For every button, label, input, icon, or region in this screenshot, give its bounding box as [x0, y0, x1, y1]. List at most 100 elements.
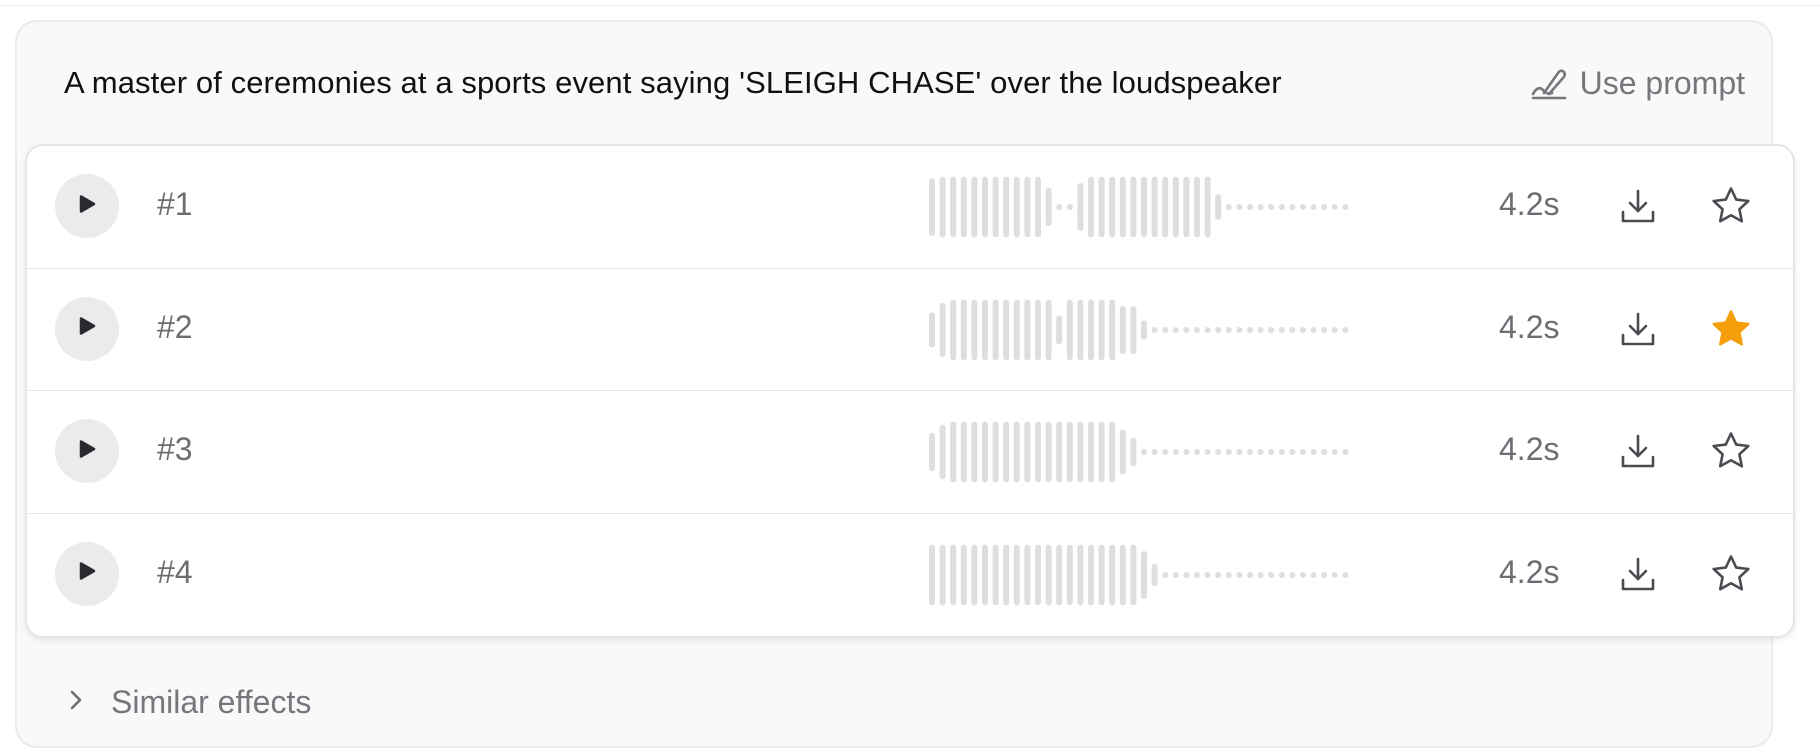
waveform-dot — [1236, 449, 1243, 455]
waveform-bar — [1024, 176, 1031, 238]
waveform-dot — [1321, 449, 1328, 455]
play-icon — [76, 560, 98, 587]
waveform — [927, 419, 1387, 490]
waveform-dot — [1310, 204, 1317, 210]
waveform-dot — [1151, 449, 1158, 455]
waveform-dot — [1183, 326, 1190, 333]
play-button[interactable] — [55, 174, 119, 238]
waveform-dot — [1247, 326, 1253, 333]
waveform-bar — [1204, 176, 1211, 238]
waveform-bar — [950, 544, 957, 605]
waveform-dot — [1331, 204, 1338, 210]
download-button[interactable] — [1618, 309, 1658, 349]
waveform-svg — [929, 421, 1349, 483]
waveform-dot — [1194, 326, 1200, 333]
waveform-dot — [1342, 571, 1349, 578]
pen-icon — [1530, 64, 1568, 102]
download-icon — [1618, 312, 1658, 353]
waveform-dot — [1162, 571, 1169, 578]
waveform-bar — [1088, 544, 1094, 605]
waveform-bar — [950, 421, 957, 483]
waveform-bar — [1183, 176, 1190, 238]
waveform-bar — [950, 299, 957, 360]
waveform-bar — [950, 176, 957, 238]
waveform-dot — [1172, 571, 1179, 578]
waveform-svg — [929, 176, 1349, 238]
favorite-button[interactable] — [1710, 308, 1752, 350]
play-button[interactable] — [55, 419, 119, 483]
play-button[interactable] — [55, 541, 119, 606]
waveform-dot — [1321, 204, 1328, 210]
waveform-bar — [1109, 421, 1116, 483]
waveform-bar — [1119, 429, 1126, 475]
download-icon — [1618, 189, 1658, 230]
star-filled-icon — [1710, 309, 1752, 354]
waveform-bar — [1035, 544, 1041, 605]
favorite-button[interactable] — [1710, 185, 1752, 227]
download-button[interactable] — [1618, 186, 1658, 226]
waveform-dot — [1056, 204, 1063, 210]
waveform-dot — [1278, 204, 1285, 210]
waveform-bar — [1162, 176, 1169, 238]
play-button[interactable] — [55, 296, 119, 361]
download-button[interactable] — [1618, 431, 1658, 471]
waveform-bar — [960, 421, 967, 483]
waveform-bar — [982, 421, 988, 483]
sample-row: #3 4.2s — [27, 391, 1793, 514]
waveform-bar — [1141, 319, 1147, 340]
waveform-dot — [1310, 326, 1317, 333]
waveform-bar — [992, 421, 999, 483]
sample-label: #3 — [157, 431, 193, 467]
waveform-bar — [1035, 299, 1041, 360]
waveform-bar — [992, 544, 999, 605]
favorite-button[interactable] — [1710, 430, 1752, 472]
similar-effects-toggle[interactable]: Similar effects — [67, 684, 311, 721]
sound-effect-card: A master of ceremonies at a sports event… — [15, 20, 1795, 748]
chevron-right-icon — [67, 687, 85, 718]
sample-label: #1 — [157, 186, 193, 222]
waveform-bar — [971, 544, 978, 605]
waveform-dot — [1257, 326, 1264, 333]
waveform-bar — [960, 299, 967, 360]
waveform-bar — [1109, 299, 1116, 360]
waveform-dot — [1204, 326, 1211, 333]
waveform-bar — [1056, 315, 1063, 344]
waveform-dot — [1257, 449, 1264, 455]
play-icon — [76, 315, 98, 342]
download-button[interactable] — [1618, 554, 1658, 594]
waveform-dot — [1225, 326, 1232, 333]
waveform-bar — [1056, 544, 1063, 605]
waveform-bar — [971, 176, 978, 238]
waveform-bar — [1045, 299, 1052, 360]
use-prompt-button[interactable]: Use prompt — [1530, 64, 1745, 102]
waveform-dot — [1257, 571, 1264, 578]
waveform-bar — [1088, 176, 1094, 238]
waveform-dot — [1225, 449, 1232, 455]
waveform-dot — [1162, 449, 1169, 455]
favorite-button[interactable] — [1710, 553, 1752, 595]
sample-duration: 4.2s — [1499, 186, 1560, 222]
waveform-bar — [1151, 563, 1158, 586]
waveform-dot — [1183, 449, 1190, 455]
waveform-dot — [1066, 204, 1073, 210]
waveform-bar — [1109, 176, 1116, 238]
waveform-bar — [971, 421, 978, 483]
waveform-bar — [929, 178, 935, 236]
waveform-dot — [1183, 571, 1190, 578]
waveform-bar — [1098, 299, 1105, 360]
waveform-bar — [1119, 544, 1126, 605]
star-icon — [1710, 554, 1752, 599]
waveform-bar — [1035, 176, 1041, 238]
waveform-bar — [982, 544, 988, 605]
waveform-dot — [1331, 449, 1338, 455]
waveform-bar — [1013, 421, 1020, 483]
waveform-dot — [1268, 571, 1275, 578]
waveform-bar — [1109, 544, 1116, 605]
waveform-dot — [1247, 449, 1253, 455]
waveform-dot — [1151, 326, 1158, 333]
waveform-dot — [1321, 571, 1328, 578]
download-icon — [1618, 557, 1658, 598]
waveform-dot — [1342, 326, 1349, 333]
waveform — [927, 174, 1387, 245]
waveform-bar — [1003, 421, 1010, 483]
